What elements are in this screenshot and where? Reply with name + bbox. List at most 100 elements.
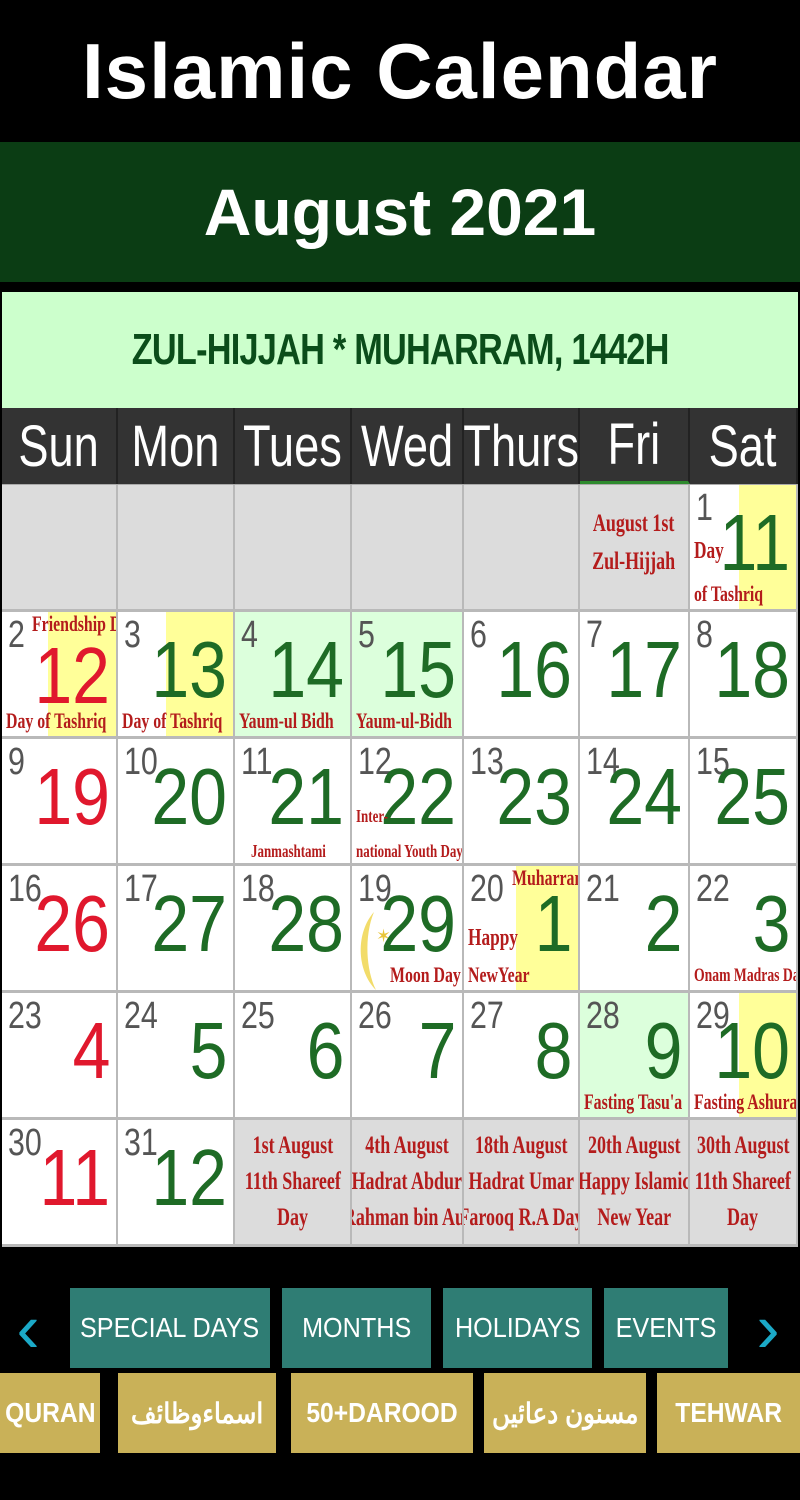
event-cell: 20th August Happy Islamic New Year: [580, 1120, 690, 1247]
hijri-month-title-text: ZUL-HIJJAH * MUHARRAM, 1442H: [131, 325, 670, 374]
gregorian-date: 22: [696, 868, 730, 910]
button-label: مسنون دعائیں: [491, 1397, 639, 1429]
day-cell[interactable]: 4 14 Yaum-ul Bidh: [235, 612, 352, 739]
day-cell[interactable]: 5 15 Yaum-ul-Bidh: [352, 612, 464, 739]
gregorian-date: 23: [8, 995, 42, 1037]
button-label: اسماءوظائف: [130, 1397, 264, 1429]
day-cell[interactable]: 24 5: [118, 993, 235, 1120]
quran-button[interactable]: QURAN: [0, 1373, 100, 1453]
chevron-left-icon[interactable]: ‹: [8, 1293, 48, 1363]
gregorian-date: 28: [586, 995, 620, 1037]
day-cell[interactable]: 11 21 Janmashtami: [235, 739, 352, 866]
event-description: 4th August Hadrat Abdur Rahman bin Auf: [352, 1120, 462, 1244]
event-description: 30th August 11th Shareef Day: [690, 1120, 796, 1244]
button-label: SPECIAL DAYS: [80, 1312, 260, 1343]
hijri-date: 11: [39, 1133, 110, 1222]
weekday-sun: Sun: [2, 408, 118, 484]
event-line: 18th August: [474, 1131, 568, 1159]
event-line: Hadrat Umar: [468, 1167, 574, 1195]
months-button[interactable]: MONTHS: [282, 1288, 431, 1368]
tehwar-button[interactable]: TEHWAR: [657, 1373, 800, 1453]
day-cell[interactable]: 12 22 Inter-national Youth Day: [352, 739, 464, 866]
day-cell[interactable]: 25 6: [235, 993, 352, 1120]
day-cell[interactable]: 28 9 Fasting Tasu'a: [580, 993, 690, 1120]
day-cell[interactable]: ✶ 19 29 Moon Day: [352, 866, 464, 993]
masnoon-duain-button[interactable]: مسنون دعائیں: [484, 1373, 646, 1453]
day-cell[interactable]: 14 24: [580, 739, 690, 866]
hijri-date: 10: [714, 1006, 790, 1095]
darood-button[interactable]: 50+DAROOD: [291, 1373, 473, 1453]
weekday-label: Thurs: [464, 413, 579, 479]
event-line: 20th August: [587, 1131, 681, 1159]
event-note: Happy: [468, 925, 518, 951]
hijri-date: 18: [714, 625, 790, 714]
event-note: Day of Tashriq: [122, 707, 223, 733]
day-cell[interactable]: 18 28: [235, 866, 352, 993]
event-note: Janmashtami: [251, 841, 326, 862]
day-cell[interactable]: 6 16: [464, 612, 580, 739]
weekday-wed: Wed: [352, 408, 464, 484]
event-cell: [118, 485, 235, 612]
event-cell: 1st August 11th Shareef Day: [235, 1120, 352, 1247]
day-cell[interactable]: 15 25: [690, 739, 798, 866]
day-cell[interactable]: 26 7: [352, 993, 464, 1120]
event-cell: August 1st Zul-Hijjah: [580, 485, 690, 612]
month-banner: August 2021: [0, 142, 800, 282]
weekday-sat: Sat: [690, 408, 798, 484]
day-cell[interactable]: 23 4: [2, 993, 118, 1120]
hijri-date: 17: [606, 625, 682, 714]
day-cell[interactable]: 3 13 Day of Tashriq: [118, 612, 235, 739]
day-cell[interactable]: 31 12: [118, 1120, 235, 1247]
holidays-button[interactable]: HOLIDAYS: [443, 1288, 592, 1368]
event-cell: 4th August Hadrat Abdur Rahman bin Auf: [352, 1120, 464, 1247]
hijri-date: 21: [268, 752, 344, 841]
event-cell: [352, 485, 464, 612]
event-cell: [235, 485, 352, 612]
hijri-date: 6: [306, 1006, 344, 1095]
button-label: EVENTS: [615, 1312, 717, 1343]
weekday-header: Sun Mon Tues Wed Thurs Fri Sat: [2, 408, 798, 484]
event-note: Fasting Ashura: [694, 1088, 798, 1114]
event-note: Yaum-ul Bidh: [239, 707, 334, 733]
hijri-date: 1: [534, 879, 572, 968]
day-cell[interactable]: 9 19: [2, 739, 118, 866]
chevron-right-icon[interactable]: ›: [748, 1293, 788, 1363]
day-cell[interactable]: 16 26: [2, 866, 118, 993]
weekday-label: Tues: [243, 413, 342, 479]
asma-wazaif-button[interactable]: اسماءوظائف: [118, 1373, 276, 1453]
special-days-button[interactable]: SPECIAL DAYS: [70, 1288, 270, 1368]
event-line: Zul-Hijjah: [592, 547, 676, 575]
hijri-date: 16: [496, 625, 572, 714]
gregorian-date: 25: [241, 995, 275, 1037]
button-label: TEHWAR: [675, 1397, 782, 1428]
event-cell: [464, 485, 580, 612]
day-cell[interactable]: 7 17: [580, 612, 690, 739]
day-cell[interactable]: 10 20: [118, 739, 235, 866]
hijri-date: 7: [418, 1006, 456, 1095]
weekday-label: Sun: [18, 413, 100, 479]
day-cell[interactable]: 212Friendship Day Day of Tashriq: [2, 612, 118, 739]
day-cell[interactable]: 22 3 Onam Madras Day: [690, 866, 798, 993]
day-cell[interactable]: 30 11: [2, 1120, 118, 1247]
day-cell[interactable]: 8 18: [690, 612, 798, 739]
weekday-label: Mon: [131, 413, 220, 479]
hijri-date: 13: [151, 625, 227, 714]
gregorian-date: 3: [124, 614, 141, 656]
hijri-date: 12: [151, 1133, 227, 1222]
day-cell[interactable]: 17 27: [118, 866, 235, 993]
event-cell: [2, 485, 118, 612]
events-button[interactable]: EVENTS: [604, 1288, 728, 1368]
hijri-date: 26: [34, 879, 110, 968]
day-cell[interactable]: 1 11 Day of Tashriq: [690, 485, 798, 612]
gregorian-date: 1: [696, 487, 713, 529]
event-note: of Tashriq: [694, 580, 764, 606]
event-description: 18th August Hadrat Umar Farooq R.A Day: [464, 1120, 578, 1244]
day-cell[interactable]: 27 8: [464, 993, 580, 1120]
day-cell[interactable]: 29 10 Fasting Ashura: [690, 993, 798, 1120]
day-cell[interactable]: 13 23: [464, 739, 580, 866]
hijri-date: 12: [34, 631, 110, 720]
day-cell[interactable]: 20 1 Muharram Happy NewYear: [464, 866, 580, 993]
event-line: 11th Shareef: [244, 1167, 341, 1195]
gregorian-date: 20: [470, 868, 504, 910]
day-cell[interactable]: 21 2: [580, 866, 690, 993]
